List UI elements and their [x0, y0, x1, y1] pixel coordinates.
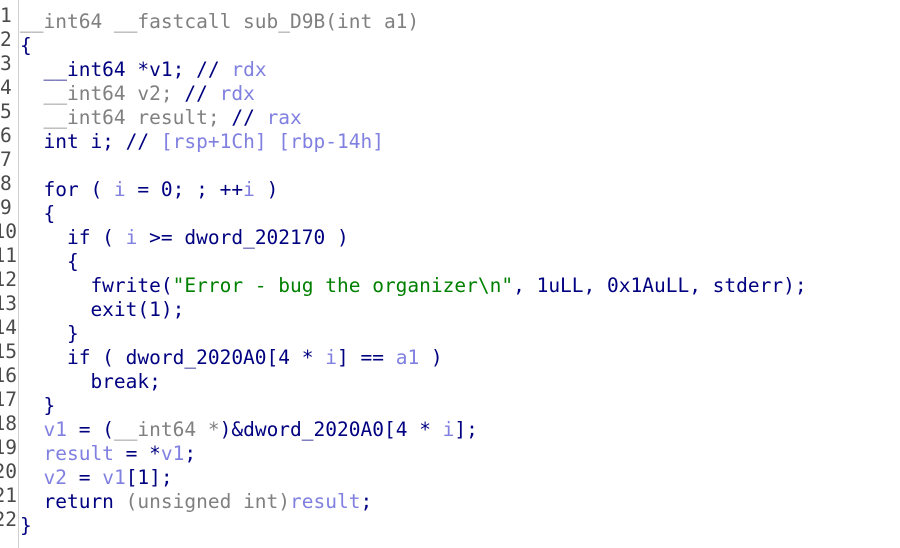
code-token[interactable]: return — [20, 490, 126, 513]
code-token[interactable]: __int64 __fastcall sub_D9B(int a1) — [20, 10, 419, 33]
line-number: 9 — [0, 196, 12, 219]
line-number: 3 — [0, 52, 12, 75]
code-token[interactable]: int i; — [20, 130, 126, 153]
code-token[interactable]: , 1uLL, 0x1AuLL, stderr); — [513, 274, 807, 297]
line-source[interactable]: __int64 __fastcall sub_D9B(int a1) — [20, 10, 419, 33]
code-line[interactable]: 3 __int64 *v1; // rdx — [0, 52, 807, 81]
code-listing[interactable]: 1 __int64 __fastcall sub_D9B(int a1) 2{3 _… — [0, 4, 807, 537]
line-source[interactable]: return (unsigned int)result; — [20, 490, 372, 513]
line-number: 6 — [0, 124, 12, 147]
code-token[interactable]: result — [290, 490, 360, 513]
code-token[interactable]: (unsigned int) — [126, 490, 290, 513]
line-number: 18 — [0, 412, 17, 435]
code-line[interactable]: 18 v1 = (__int64 *)&dword_2020A0[4 * i]; — [0, 412, 807, 441]
line-number: 1 — [0, 4, 12, 27]
code-token[interactable]: i — [243, 178, 255, 201]
code-line[interactable]: 10 if ( i >= dword_202170 ) — [0, 220, 807, 249]
code-token[interactable]: ) — [255, 178, 279, 201]
line-number: 20 — [0, 460, 17, 483]
code-line[interactable]: 4 __int64 v2; // rdx — [0, 76, 807, 105]
code-token[interactable]: ]; — [454, 418, 477, 441]
line-number: 14 — [0, 316, 17, 339]
line-number: 5 — [0, 100, 12, 123]
line-number: 12 — [0, 268, 17, 291]
code-token[interactable]: i — [443, 418, 455, 441]
pseudocode-view[interactable]: 1 __int64 __fastcall sub_D9B(int a1) 2{3 _… — [0, 0, 900, 548]
line-number: 22 — [0, 508, 17, 531]
code-token[interactable]: = 0; ; ++ — [126, 178, 243, 201]
code-line[interactable]: 8 for ( i = 0; ; ++i ) — [0, 172, 807, 201]
code-token[interactable]: } — [20, 514, 32, 537]
code-token[interactable]: )&dword_2020A0[4 * — [220, 418, 443, 441]
code-line[interactable]: 1 __int64 __fastcall sub_D9B(int a1) — [0, 4, 807, 33]
code-token[interactable]: ; — [361, 490, 373, 513]
line-number: 10 — [0, 220, 17, 243]
line-number: 11 — [0, 244, 17, 267]
line-source[interactable]: for ( i = 0; ; ++i ) — [20, 178, 278, 201]
code-token[interactable]: a1 — [396, 346, 419, 369]
code-line[interactable]: 20 v2 = v1[1]; — [0, 460, 807, 489]
code-token[interactable]: [rsp+1Ch] [rbp-14h] — [161, 130, 384, 153]
code-token[interactable]: i — [126, 226, 138, 249]
code-token[interactable]: ) — [419, 346, 443, 369]
code-token[interactable]: i — [325, 346, 337, 369]
line-source[interactable]: } — [20, 514, 32, 537]
code-token[interactable]: "Error - bug the organizer\n" — [173, 274, 513, 297]
line-number: 16 — [0, 364, 17, 387]
line-number: 13 — [0, 292, 17, 315]
code-token[interactable]: >= dword_202170 ) — [137, 226, 349, 249]
line-number: 8 — [0, 172, 12, 195]
line-source[interactable]: int i; // [rsp+1Ch] [rbp-14h] — [20, 130, 384, 153]
code-line[interactable]: 5 __int64 result; // rax — [0, 100, 807, 129]
code-line[interactable]: 15 if ( dword_2020A0[4 * i] == a1 ) — [0, 340, 807, 369]
code-token[interactable]: ; — [184, 442, 196, 465]
line-number: 2 — [0, 28, 12, 51]
code-line[interactable]: 12 fwrite("Error - bug the organizer\n",… — [0, 268, 807, 297]
line-number: 4 — [0, 76, 12, 99]
code-line[interactable]: 21 return (unsigned int)result; — [0, 484, 807, 513]
code-line[interactable]: 6 int i; // [rsp+1Ch] [rbp-14h] — [0, 124, 807, 153]
code-token[interactable]: // — [126, 130, 161, 153]
line-number: 15 — [0, 340, 17, 363]
code-token[interactable]: ] == — [337, 346, 396, 369]
code-token[interactable]: i — [114, 178, 126, 201]
line-number: 7 — [0, 148, 12, 171]
line-number: 17 — [0, 388, 17, 411]
line-number: 19 — [0, 436, 17, 459]
line-number: 21 — [0, 484, 17, 507]
